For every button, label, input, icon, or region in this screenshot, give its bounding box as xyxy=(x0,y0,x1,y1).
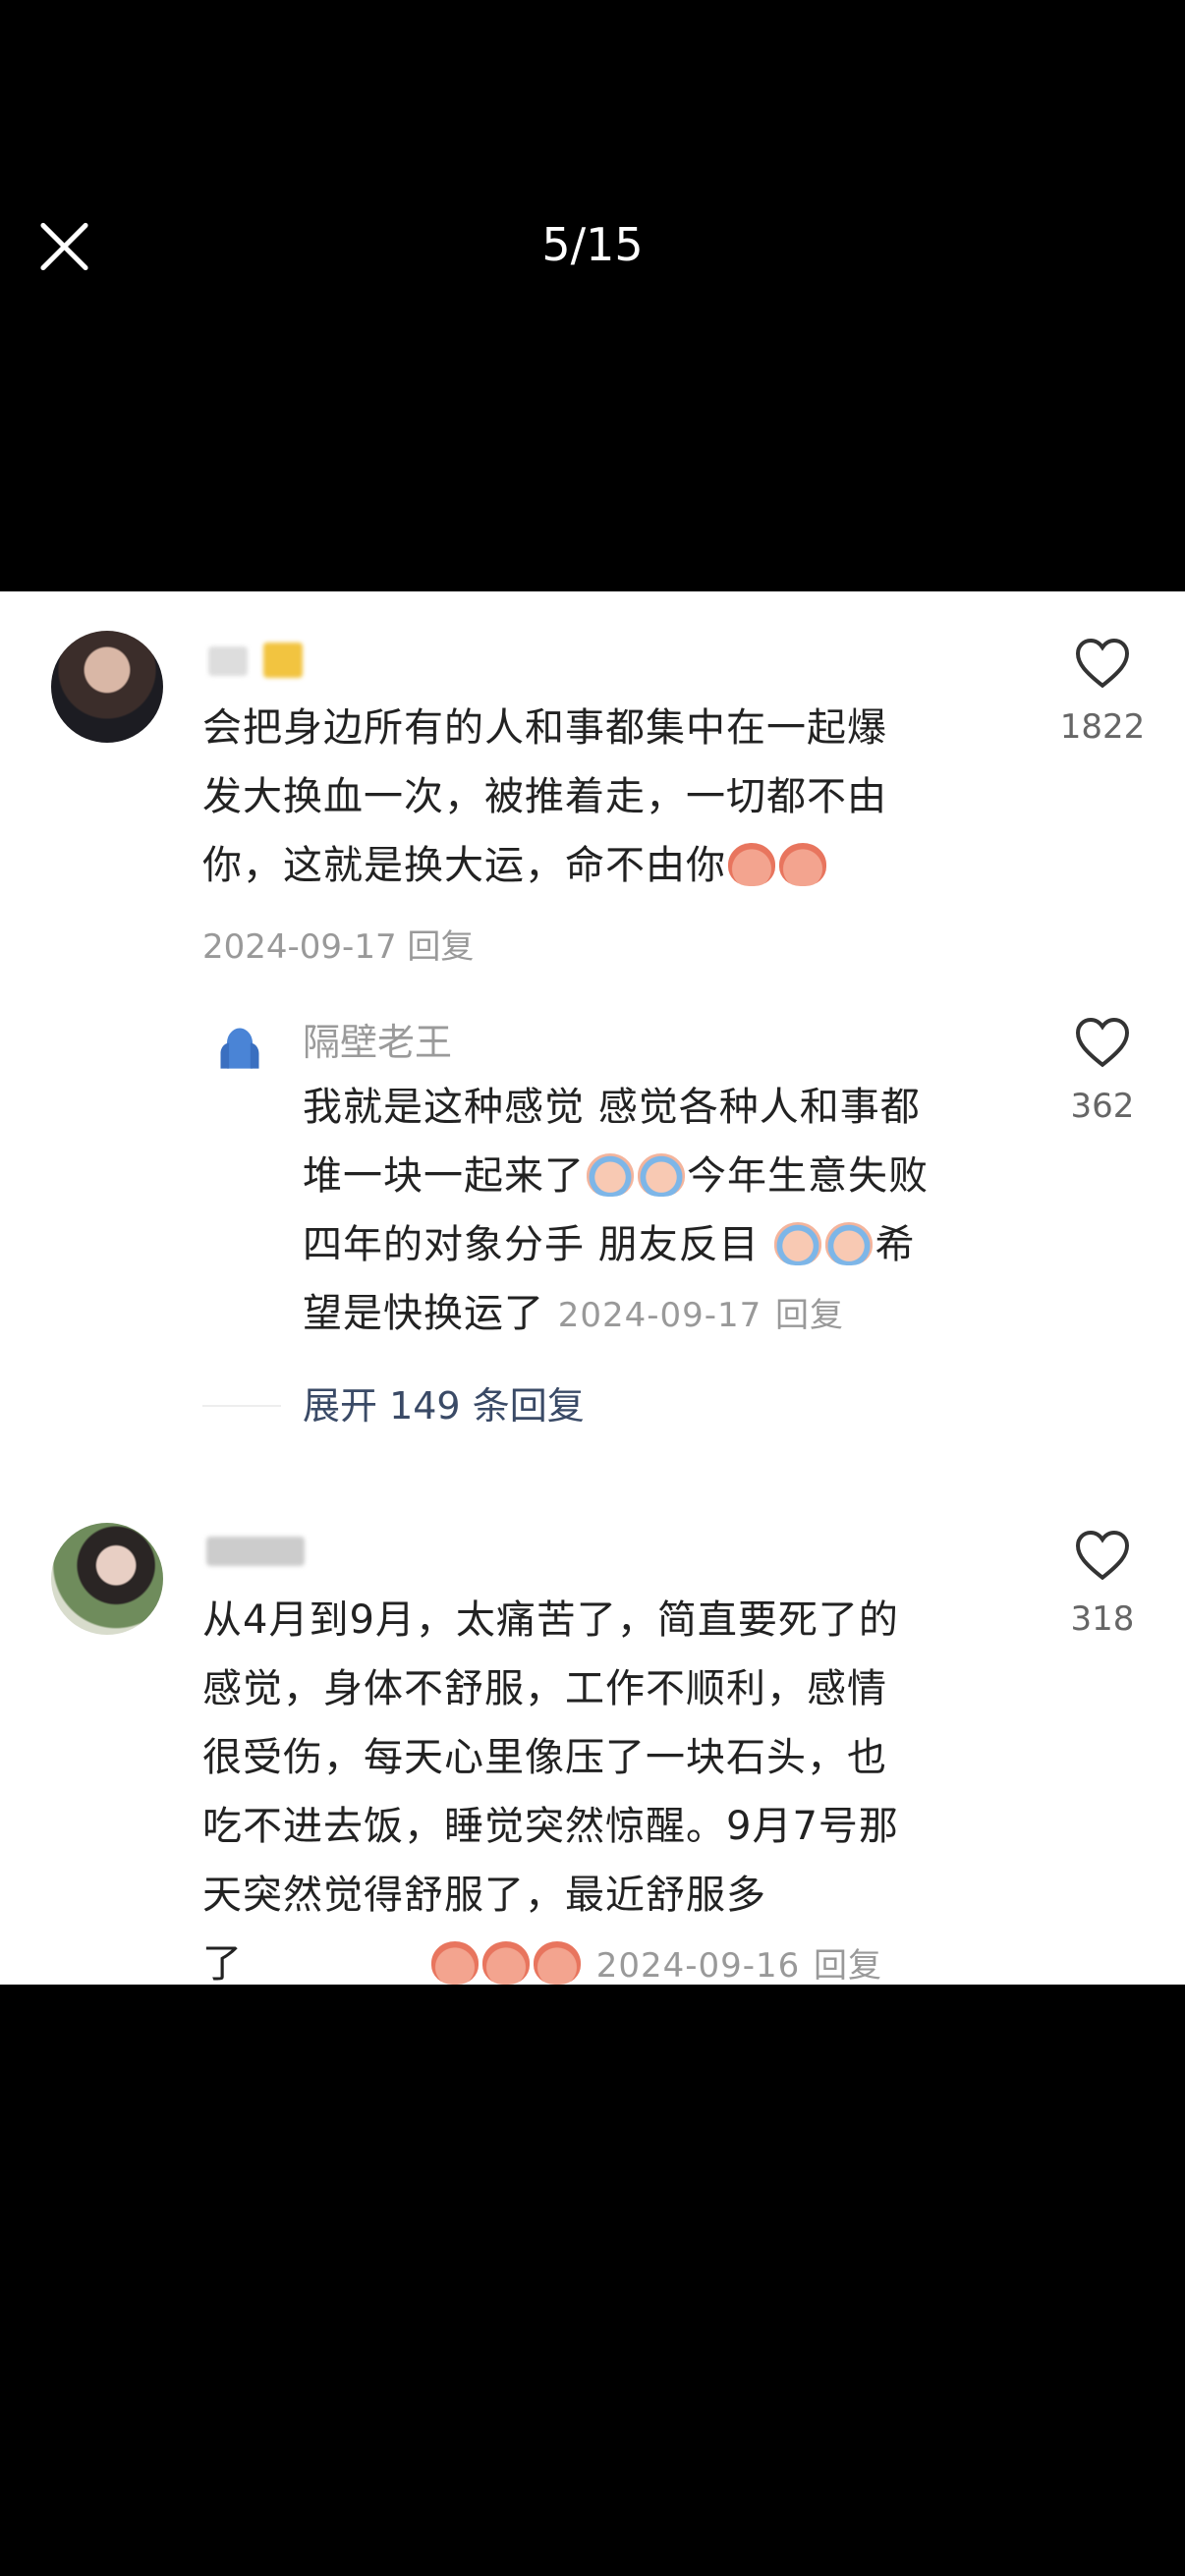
avatar[interactable] xyxy=(214,1022,265,1073)
peach-emoji-icon xyxy=(728,843,775,886)
comment-screenshot: 会把身边所有的人和事都集中在一起爆 发大换血一次，被推着走，一切都不由 你，这就… xyxy=(0,591,1185,1985)
image-counter: 5/15 xyxy=(541,218,644,271)
comment-date: 2024-09-17 xyxy=(202,927,397,967)
reply-button[interactable]: 回复 xyxy=(814,1946,882,1985)
comment-line: 天突然觉得舒服了，最近舒服多 xyxy=(202,1873,766,1918)
comment-line: 你，这就是换大运，命不由你 xyxy=(202,831,887,900)
viewer-header: 5/15 xyxy=(0,0,1185,589)
username-redacted xyxy=(263,643,303,678)
heart-icon[interactable] xyxy=(1073,1014,1132,1069)
avatar[interactable] xyxy=(51,631,163,743)
heart-icon[interactable] xyxy=(1073,1527,1132,1582)
heart-icon[interactable] xyxy=(1073,635,1132,690)
comment-line: 很受伤，每天心里像压了一块石头，也 xyxy=(202,1735,887,1780)
comment-line: 望是快换运了 2024-09-17 回复 xyxy=(303,1279,929,1350)
divider xyxy=(202,1405,281,1407)
comment-body: 从4月到9月，太痛苦了，简直要死了的 感觉，身体不舒服，工作不顺利，感情 很受伤… xyxy=(202,1586,899,1985)
reply-body: 我就是这种感觉 感觉各种人和事都 堆一块一起来了 今年生意失败 四年的对象分手 朋… xyxy=(303,1073,929,1350)
crying-emoji-icon xyxy=(587,1153,634,1197)
comment-line-text: 希 xyxy=(875,1222,916,1267)
comment-line: 四年的对象分手 朋友反目 希 xyxy=(303,1210,929,1279)
peach-emoji-icon xyxy=(779,843,826,886)
viewer-footer xyxy=(0,1985,1185,2576)
peach-emoji-icon xyxy=(431,1941,479,1985)
comment-line-text: 了 xyxy=(202,1941,243,1985)
username-redacted xyxy=(208,646,248,676)
comment-line: 了 2024-09-16 回复 xyxy=(202,1930,899,1985)
peach-emoji-icon xyxy=(534,1941,581,1985)
comment-line: 从4月到9月，太痛苦了，简直要死了的 xyxy=(202,1597,899,1643)
comment-line: 感觉，身体不舒服，工作不顺利，感情 xyxy=(202,1666,887,1711)
comment-line: 我就是这种感觉 感觉各种人和事都 xyxy=(303,1085,921,1130)
reply-button[interactable]: 回复 xyxy=(775,1296,844,1335)
avatar[interactable] xyxy=(51,1523,163,1635)
comment-line: 吃不进去饭，睡觉突然惊醒。9月7号那 xyxy=(202,1804,899,1849)
like-count: 318 xyxy=(1070,1599,1135,1639)
username-redacted xyxy=(206,1537,305,1566)
comment-line-text: 你，这就是换大运，命不由你 xyxy=(202,843,726,888)
comment-line-text: 今年生意失败 xyxy=(687,1153,929,1199)
expand-replies-button[interactable]: 展开 149 条回复 xyxy=(303,1375,585,1429)
comment-date: 2024-09-17 xyxy=(557,1296,762,1335)
comment-line-text: 四年的对象分手 朋友反目 xyxy=(303,1222,760,1267)
peach-emoji-icon xyxy=(482,1941,530,1985)
crying-emoji-icon xyxy=(638,1153,685,1197)
crying-emoji-icon xyxy=(825,1222,874,1265)
comment-line: 堆一块一起来了 今年生意失败 xyxy=(303,1142,929,1210)
reply-button[interactable]: 回复 xyxy=(407,927,474,967)
comment-line-text: 望是快换运了 xyxy=(303,1291,544,1336)
comment-line-text: 堆一块一起来了 xyxy=(303,1153,585,1199)
reply-author[interactable]: 隔壁老王 xyxy=(303,1012,452,1066)
comment-meta: 2024-09-17 回复 xyxy=(202,920,474,968)
comment-date: 2024-09-16 xyxy=(595,1946,801,1985)
comment-line: 发大换血一次，被推着走，一切都不由 xyxy=(202,774,887,819)
comment-body: 会把身边所有的人和事都集中在一起爆 发大换血一次，被推着走，一切都不由 你，这就… xyxy=(202,694,887,900)
comment-line: 会把身边所有的人和事都集中在一起爆 xyxy=(202,705,887,751)
like-count: 362 xyxy=(1070,1087,1135,1126)
crying-emoji-icon xyxy=(774,1222,822,1265)
like-count: 1822 xyxy=(1059,707,1146,747)
